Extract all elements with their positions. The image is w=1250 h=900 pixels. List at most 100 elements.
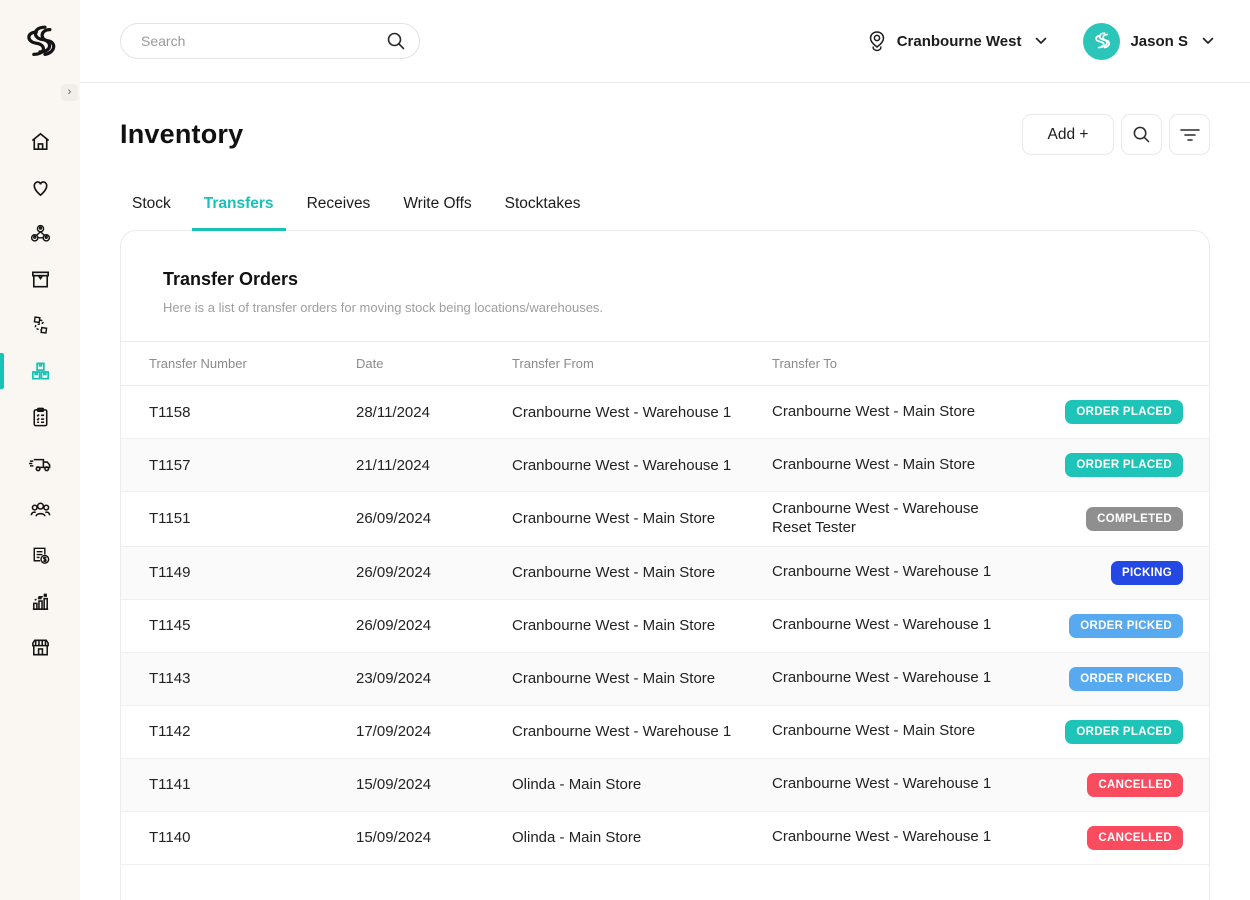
- cell-transfer-number: T1141: [149, 776, 356, 793]
- chevron-down-icon: [1202, 37, 1214, 45]
- search-icon[interactable]: [386, 31, 406, 51]
- status-badge: ORDER PICKED: [1069, 614, 1183, 638]
- tab-write-offs[interactable]: Write Offs: [391, 195, 483, 231]
- topbar-right: Cranbourne West Jason S: [867, 23, 1214, 60]
- cell-transfer-to: Cranbourne West - Warehouse 1: [772, 767, 1037, 802]
- status-badge: ORDER PICKED: [1069, 667, 1183, 691]
- tab-stock[interactable]: Stock: [120, 195, 183, 231]
- app-root: › Cranbourne West: [0, 0, 1250, 900]
- location-selector[interactable]: Cranbourne West: [867, 30, 1048, 52]
- table-row[interactable]: T114526/09/2024Cranbourne West - Main St…: [121, 600, 1209, 653]
- table-row[interactable]: T114217/09/2024Cranbourne West - Warehou…: [121, 706, 1209, 759]
- sidebar-item-orders[interactable]: [0, 394, 80, 440]
- cell-transfer-from: Olinda - Main Store: [512, 829, 772, 846]
- sidebar-item-favourites[interactable]: [0, 164, 80, 210]
- location-label: Cranbourne West: [897, 33, 1022, 50]
- table-row[interactable]: T115721/11/2024Cranbourne West - Warehou…: [121, 439, 1209, 492]
- heart-icon: [29, 176, 52, 199]
- sidebar-item-home[interactable]: [0, 118, 80, 164]
- sidebar-collapse-button[interactable]: ›: [61, 84, 78, 101]
- network-icon: [29, 222, 52, 245]
- table-body: T115828/11/2024Cranbourne West - Warehou…: [121, 386, 1209, 865]
- route-icon: [29, 314, 52, 337]
- cell-transfer-number: T1145: [149, 617, 356, 634]
- cell-transfer-from: Cranbourne West - Main Store: [512, 564, 772, 581]
- status-badge: COMPLETED: [1086, 507, 1183, 531]
- table-row[interactable]: T115126/09/2024Cranbourne West - Main St…: [121, 492, 1209, 547]
- tab-bar: StockTransfersReceivesWrite Offs Stocktak…: [120, 195, 1210, 231]
- table-row[interactable]: T114323/09/2024Cranbourne West - Main St…: [121, 653, 1209, 706]
- sidebar-item-stores[interactable]: [0, 624, 80, 670]
- package-icon: [29, 268, 52, 291]
- sidebar-item-supply-route[interactable]: [0, 302, 80, 348]
- avatar-s-mark-icon: [1091, 30, 1113, 52]
- cell-transfer-to: Cranbourne West - Warehouse 1: [772, 661, 1037, 696]
- sidebar: [0, 0, 80, 900]
- avatar: [1083, 23, 1120, 60]
- card-title: Transfer Orders: [163, 269, 1167, 290]
- cell-transfer-number: T1157: [149, 457, 356, 474]
- cell-transfer-number: T1143: [149, 670, 356, 687]
- search-icon: [1132, 125, 1151, 144]
- cell-date: 23/09/2024: [356, 670, 512, 687]
- brand-logo[interactable]: [0, 0, 80, 84]
- status-badge: CANCELLED: [1087, 826, 1183, 850]
- status-badge: ORDER PLACED: [1065, 453, 1183, 477]
- user-menu[interactable]: Jason S: [1083, 23, 1214, 60]
- cell-date: 26/09/2024: [356, 510, 512, 527]
- topbar: Cranbourne West Jason S: [80, 0, 1250, 83]
- user-name-label: Jason S: [1130, 33, 1188, 50]
- page-actions: Add +: [1022, 114, 1210, 155]
- chevron-down-icon: [1035, 37, 1047, 45]
- add-button[interactable]: Add +: [1022, 114, 1114, 155]
- store-icon: [29, 636, 52, 659]
- cell-date: 26/09/2024: [356, 617, 512, 634]
- sidebar-item-products[interactable]: [0, 256, 80, 302]
- cell-date: 15/09/2024: [356, 829, 512, 846]
- people-icon: [28, 498, 53, 521]
- cell-transfer-from: Cranbourne West - Main Store: [512, 617, 772, 634]
- table-header-row: Transfer NumberDateTransfer FromTransfer…: [121, 341, 1209, 386]
- sidebar-item-inventory[interactable]: [0, 348, 80, 394]
- column-header: Transfer From: [512, 356, 772, 371]
- cell-date: 21/11/2024: [356, 457, 512, 474]
- inventory-icon: [29, 360, 52, 383]
- truck-icon: [28, 452, 53, 475]
- sidebar-item-network[interactable]: [0, 210, 80, 256]
- filter-button[interactable]: [1169, 114, 1210, 155]
- invoice-icon: [29, 544, 52, 567]
- cell-transfer-number: T1140: [149, 829, 356, 846]
- cell-transfer-from: Cranbourne West - Main Store: [512, 510, 772, 527]
- table-row[interactable]: T114926/09/2024Cranbourne West - Main St…: [121, 547, 1209, 600]
- sidebar-item-invoices[interactable]: [0, 532, 80, 578]
- sidebar-item-deliveries[interactable]: [0, 440, 80, 486]
- cell-transfer-to: Cranbourne West - Main Store: [772, 714, 1037, 749]
- tab-receives[interactable]: Receives: [295, 195, 383, 231]
- tab-transfers[interactable]: Transfers: [192, 195, 286, 231]
- column-header: Date: [356, 356, 512, 371]
- cell-date: 28/11/2024: [356, 404, 512, 421]
- clipboard-icon: [29, 406, 52, 429]
- tab-stocktakes[interactable]: Stocktakes: [493, 195, 593, 231]
- search-input[interactable]: [120, 23, 420, 59]
- card-subtitle: Here is a list of transfer orders for mo…: [163, 300, 1167, 315]
- column-header: Transfer To: [772, 356, 1037, 371]
- status-badge: ORDER PLACED: [1065, 720, 1183, 744]
- table-row[interactable]: T114115/09/2024Olinda - Main StoreCranbo…: [121, 759, 1209, 812]
- column-header: Transfer Number: [149, 356, 356, 371]
- table-row[interactable]: T114015/09/2024Olinda - Main StoreCranbo…: [121, 812, 1209, 865]
- cell-transfer-from: Olinda - Main Store: [512, 776, 772, 793]
- cell-transfer-to: Cranbourne West - Main Store: [772, 448, 1037, 483]
- brand-s-mark-icon: [19, 21, 61, 63]
- chart-icon: [29, 590, 52, 613]
- sidebar-item-reports[interactable]: [0, 578, 80, 624]
- cell-transfer-number: T1142: [149, 723, 356, 740]
- sidebar-item-customers[interactable]: [0, 486, 80, 532]
- cell-transfer-to: Cranbourne West - Main Store: [772, 395, 1037, 430]
- cell-transfer-to: Cranbourne West - Warehouse 1: [772, 555, 1037, 590]
- cell-date: 26/09/2024: [356, 564, 512, 581]
- cell-transfer-number: T1151: [149, 510, 356, 527]
- search-button[interactable]: [1121, 114, 1162, 155]
- table-row[interactable]: T115828/11/2024Cranbourne West - Warehou…: [121, 386, 1209, 439]
- filter-icon: [1180, 128, 1200, 142]
